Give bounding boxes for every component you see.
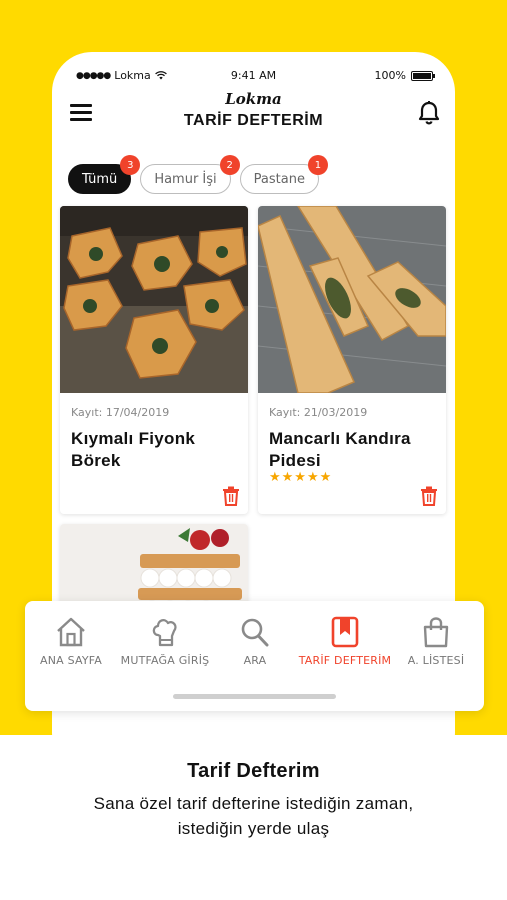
recipe-card[interactable]: Kayıt: 17/04/2019 Kıymalı Fiyonk Börek	[60, 206, 248, 514]
yellow-background: ●●●●● Lokma 9:41 AM 100% Lokma TARİF DEF…	[0, 0, 507, 735]
home-icon	[57, 617, 85, 647]
bottom-navigation: ANA SAYFA MUTFAĞA GİRİŞ ARA TARİF DEFTER…	[25, 601, 484, 711]
filter-chip-label: Pastane	[253, 171, 305, 187]
home-indicator	[173, 694, 336, 699]
filter-chips: Tümü 3 Hamur İşi 2 Pastane 1	[68, 155, 328, 194]
nav-item-ana-sayfa[interactable]: ANA SAYFA	[39, 615, 103, 675]
nav-label: MUTFAĞA GİRİŞ	[120, 654, 210, 667]
nav-item-tarif-defterim[interactable]: TARİF DEFTERİM	[295, 615, 395, 675]
nav-item-mutfaga-giris[interactable]: MUTFAĞA GİRİŞ	[117, 615, 213, 675]
nav-item-alisveris-listesi[interactable]: A. LİSTESİ	[405, 615, 467, 675]
recipe-date: Kayıt: 21/03/2019	[269, 406, 368, 419]
battery-icon	[411, 70, 435, 81]
recipe-date: Kayıt: 17/04/2019	[71, 406, 170, 419]
count-badge: 3	[120, 155, 141, 175]
filter-chip-hamur-isi[interactable]: Hamur İşi 2	[140, 155, 240, 194]
app-header: Lokma TARİF DEFTERİM	[52, 88, 455, 138]
count-badge: 2	[219, 155, 240, 175]
chef-hat-icon	[152, 619, 177, 647]
nav-label: ARA	[243, 654, 267, 667]
search-icon	[241, 618, 269, 647]
recipe-card[interactable]: Kayıt: 21/03/2019 Mancarlı Kandıra Pides…	[258, 206, 446, 514]
filter-chip-label: Hamur İşi	[154, 171, 217, 187]
notification-bell-icon[interactable]	[417, 100, 441, 126]
trash-icon[interactable]	[420, 486, 438, 506]
battery-info: 100%	[374, 69, 435, 82]
shopping-bag-icon	[423, 617, 449, 648]
trash-icon[interactable]	[222, 486, 240, 506]
recipe-photo-pide	[258, 206, 446, 393]
promo-caption: Tarif Defterim Sana özel tarif defterine…	[0, 760, 507, 841]
caption-subtitle-line: Sana özel tarif defterine istediğin zama…	[93, 794, 414, 813]
recipe-photo-borek	[60, 206, 248, 393]
filter-chip-all[interactable]: Tümü 3	[68, 155, 141, 194]
filter-chip-label: Tümü	[82, 171, 118, 187]
rating-stars: ★★★★★	[269, 470, 333, 485]
recipe-title: Mancarlı Kandıra Pidesi	[269, 429, 411, 470]
count-badge: 1	[307, 155, 328, 175]
bookmark-icon	[331, 616, 359, 648]
nav-label: A. LİSTESİ	[407, 654, 465, 667]
nav-label: TARİF DEFTERİM	[298, 654, 392, 667]
caption-title: Tarif Defterim	[187, 760, 320, 782]
status-bar: ●●●●● Lokma 9:41 AM 100%	[52, 66, 455, 86]
battery-percent: 100%	[374, 69, 406, 82]
caption-subtitle: Sana özel tarif defterine istediğin zama…	[0, 791, 507, 841]
app-logo: Lokma	[225, 90, 282, 108]
nav-item-ara[interactable]: ARA	[231, 615, 279, 675]
nav-label: ANA SAYFA	[40, 654, 102, 667]
recipe-title: Kıymalı Fiyonk Börek	[71, 429, 196, 470]
caption-subtitle-line: istediğin yerde ulaş	[177, 819, 330, 838]
filter-chip-pastane[interactable]: Pastane 1	[239, 155, 328, 194]
page-title: TARİF DEFTERİM	[183, 112, 324, 129]
